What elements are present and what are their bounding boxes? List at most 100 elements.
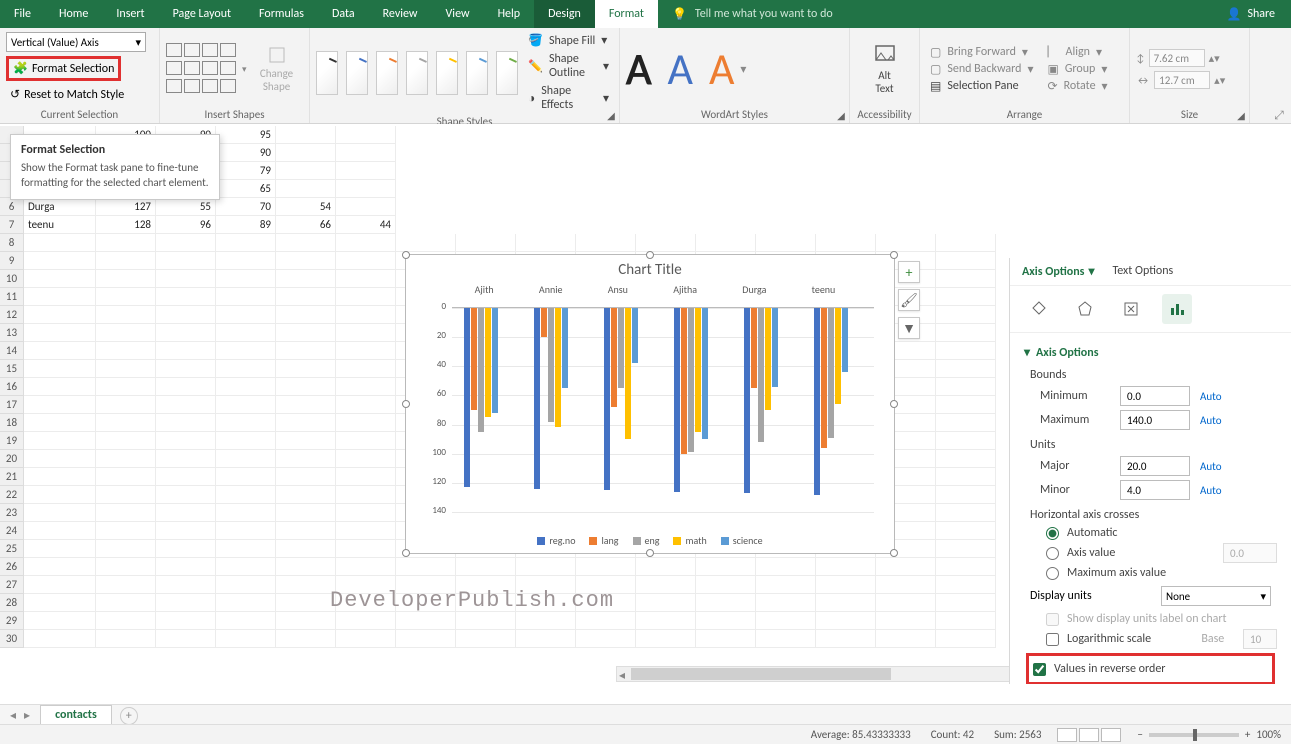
cell[interactable] xyxy=(576,558,636,576)
cell[interactable] xyxy=(24,630,96,648)
cell[interactable] xyxy=(276,360,336,378)
cell[interactable] xyxy=(456,630,516,648)
cell[interactable] xyxy=(96,576,156,594)
add-sheet-button[interactable]: + xyxy=(120,707,138,725)
cell[interactable] xyxy=(936,504,996,522)
shape-gallery[interactable] xyxy=(166,43,236,95)
cell[interactable] xyxy=(24,306,96,324)
cell[interactable] xyxy=(636,594,696,612)
cell[interactable] xyxy=(576,630,636,648)
cell[interactable] xyxy=(336,612,396,630)
cell[interactable] xyxy=(24,576,96,594)
cell[interactable] xyxy=(96,360,156,378)
cell[interactable] xyxy=(336,414,396,432)
rotate-button[interactable]: ⟳ Rotate ▾ xyxy=(1044,79,1112,94)
sheet-tab-contacts[interactable]: contacts xyxy=(40,705,112,726)
legend-item[interactable]: reg.no xyxy=(537,534,575,547)
cell[interactable] xyxy=(516,558,576,576)
cell[interactable] xyxy=(156,450,216,468)
tab-data[interactable]: Data xyxy=(318,0,369,28)
cell[interactable] xyxy=(936,612,996,630)
cell[interactable] xyxy=(216,396,276,414)
cell[interactable] xyxy=(696,612,756,630)
cell[interactable] xyxy=(24,612,96,630)
cell[interactable] xyxy=(276,486,336,504)
cell[interactable] xyxy=(96,594,156,612)
cell[interactable] xyxy=(396,612,456,630)
row-header[interactable]: 14 xyxy=(0,342,24,360)
chart-filters-button[interactable]: ▼ xyxy=(898,317,920,339)
bar[interactable] xyxy=(492,308,498,413)
cell[interactable] xyxy=(336,360,396,378)
log-scale-checkbox[interactable] xyxy=(1046,633,1059,646)
cell[interactable] xyxy=(936,630,996,648)
wordart-launcher[interactable]: ◢ xyxy=(835,109,847,121)
row-header[interactable]: 8 xyxy=(0,234,24,252)
bar[interactable] xyxy=(744,308,750,493)
cell[interactable] xyxy=(936,342,996,360)
cell[interactable]: 89 xyxy=(216,216,276,234)
cell[interactable] xyxy=(156,432,216,450)
bar[interactable] xyxy=(562,308,568,388)
cell[interactable] xyxy=(936,450,996,468)
sheet-nav-next[interactable]: ▸ xyxy=(24,708,30,723)
bounds-min-auto[interactable]: Auto xyxy=(1200,390,1222,403)
cell[interactable] xyxy=(636,234,696,252)
cell[interactable] xyxy=(696,234,756,252)
cell[interactable]: 95 xyxy=(216,126,276,144)
row-header[interactable]: 7 xyxy=(0,216,24,234)
cell[interactable] xyxy=(336,540,396,558)
legend-item[interactable]: lang xyxy=(589,534,618,547)
row-header[interactable]: 16 xyxy=(0,378,24,396)
row-header[interactable]: 26 xyxy=(0,558,24,576)
height-input[interactable]: 7.62 cm xyxy=(1149,49,1205,67)
cell[interactable] xyxy=(216,468,276,486)
cell[interactable] xyxy=(24,396,96,414)
pane-tab-axis-options[interactable]: Axis Options ▾ xyxy=(1022,264,1094,279)
cell[interactable] xyxy=(156,270,216,288)
cell[interactable] xyxy=(276,594,336,612)
row-header[interactable]: 9 xyxy=(0,252,24,270)
cell[interactable] xyxy=(216,540,276,558)
cell[interactable] xyxy=(816,558,876,576)
cell[interactable] xyxy=(216,414,276,432)
cell[interactable] xyxy=(756,612,816,630)
cell[interactable] xyxy=(216,558,276,576)
cell[interactable] xyxy=(876,558,936,576)
bar[interactable] xyxy=(632,308,638,363)
sheet-nav-prev[interactable]: ◂ xyxy=(10,708,16,723)
cell[interactable] xyxy=(276,522,336,540)
cell[interactable] xyxy=(216,270,276,288)
cell[interactable]: 79 xyxy=(216,162,276,180)
row-header[interactable]: 10 xyxy=(0,270,24,288)
wordart-gallery[interactable]: A A A xyxy=(626,42,734,96)
cell[interactable] xyxy=(336,288,396,306)
bar[interactable] xyxy=(604,308,610,490)
cell[interactable] xyxy=(276,576,336,594)
cell[interactable] xyxy=(336,324,396,342)
bar[interactable] xyxy=(478,308,484,432)
align-button[interactable]: ⎸Align ▾ xyxy=(1044,45,1112,60)
cell[interactable] xyxy=(936,306,996,324)
cell[interactable] xyxy=(96,450,156,468)
cell[interactable] xyxy=(276,180,336,198)
cell[interactable] xyxy=(276,378,336,396)
bar[interactable] xyxy=(464,308,470,487)
shape-style-gallery[interactable] xyxy=(316,51,518,95)
cell[interactable]: 96 xyxy=(156,216,216,234)
cell[interactable] xyxy=(156,252,216,270)
pane-icon-size[interactable] xyxy=(1116,294,1146,324)
cell[interactable] xyxy=(96,558,156,576)
alt-text-button[interactable]: Alt Text xyxy=(861,43,909,95)
cell[interactable] xyxy=(156,306,216,324)
cell[interactable]: 44 xyxy=(336,216,396,234)
cell[interactable] xyxy=(336,180,396,198)
tab-file[interactable]: File xyxy=(0,0,45,28)
cell[interactable] xyxy=(336,306,396,324)
bar[interactable] xyxy=(765,308,771,410)
cell[interactable] xyxy=(456,558,516,576)
tab-insert[interactable]: Insert xyxy=(102,0,158,28)
cell[interactable] xyxy=(276,450,336,468)
cell[interactable] xyxy=(156,468,216,486)
cell[interactable] xyxy=(24,450,96,468)
